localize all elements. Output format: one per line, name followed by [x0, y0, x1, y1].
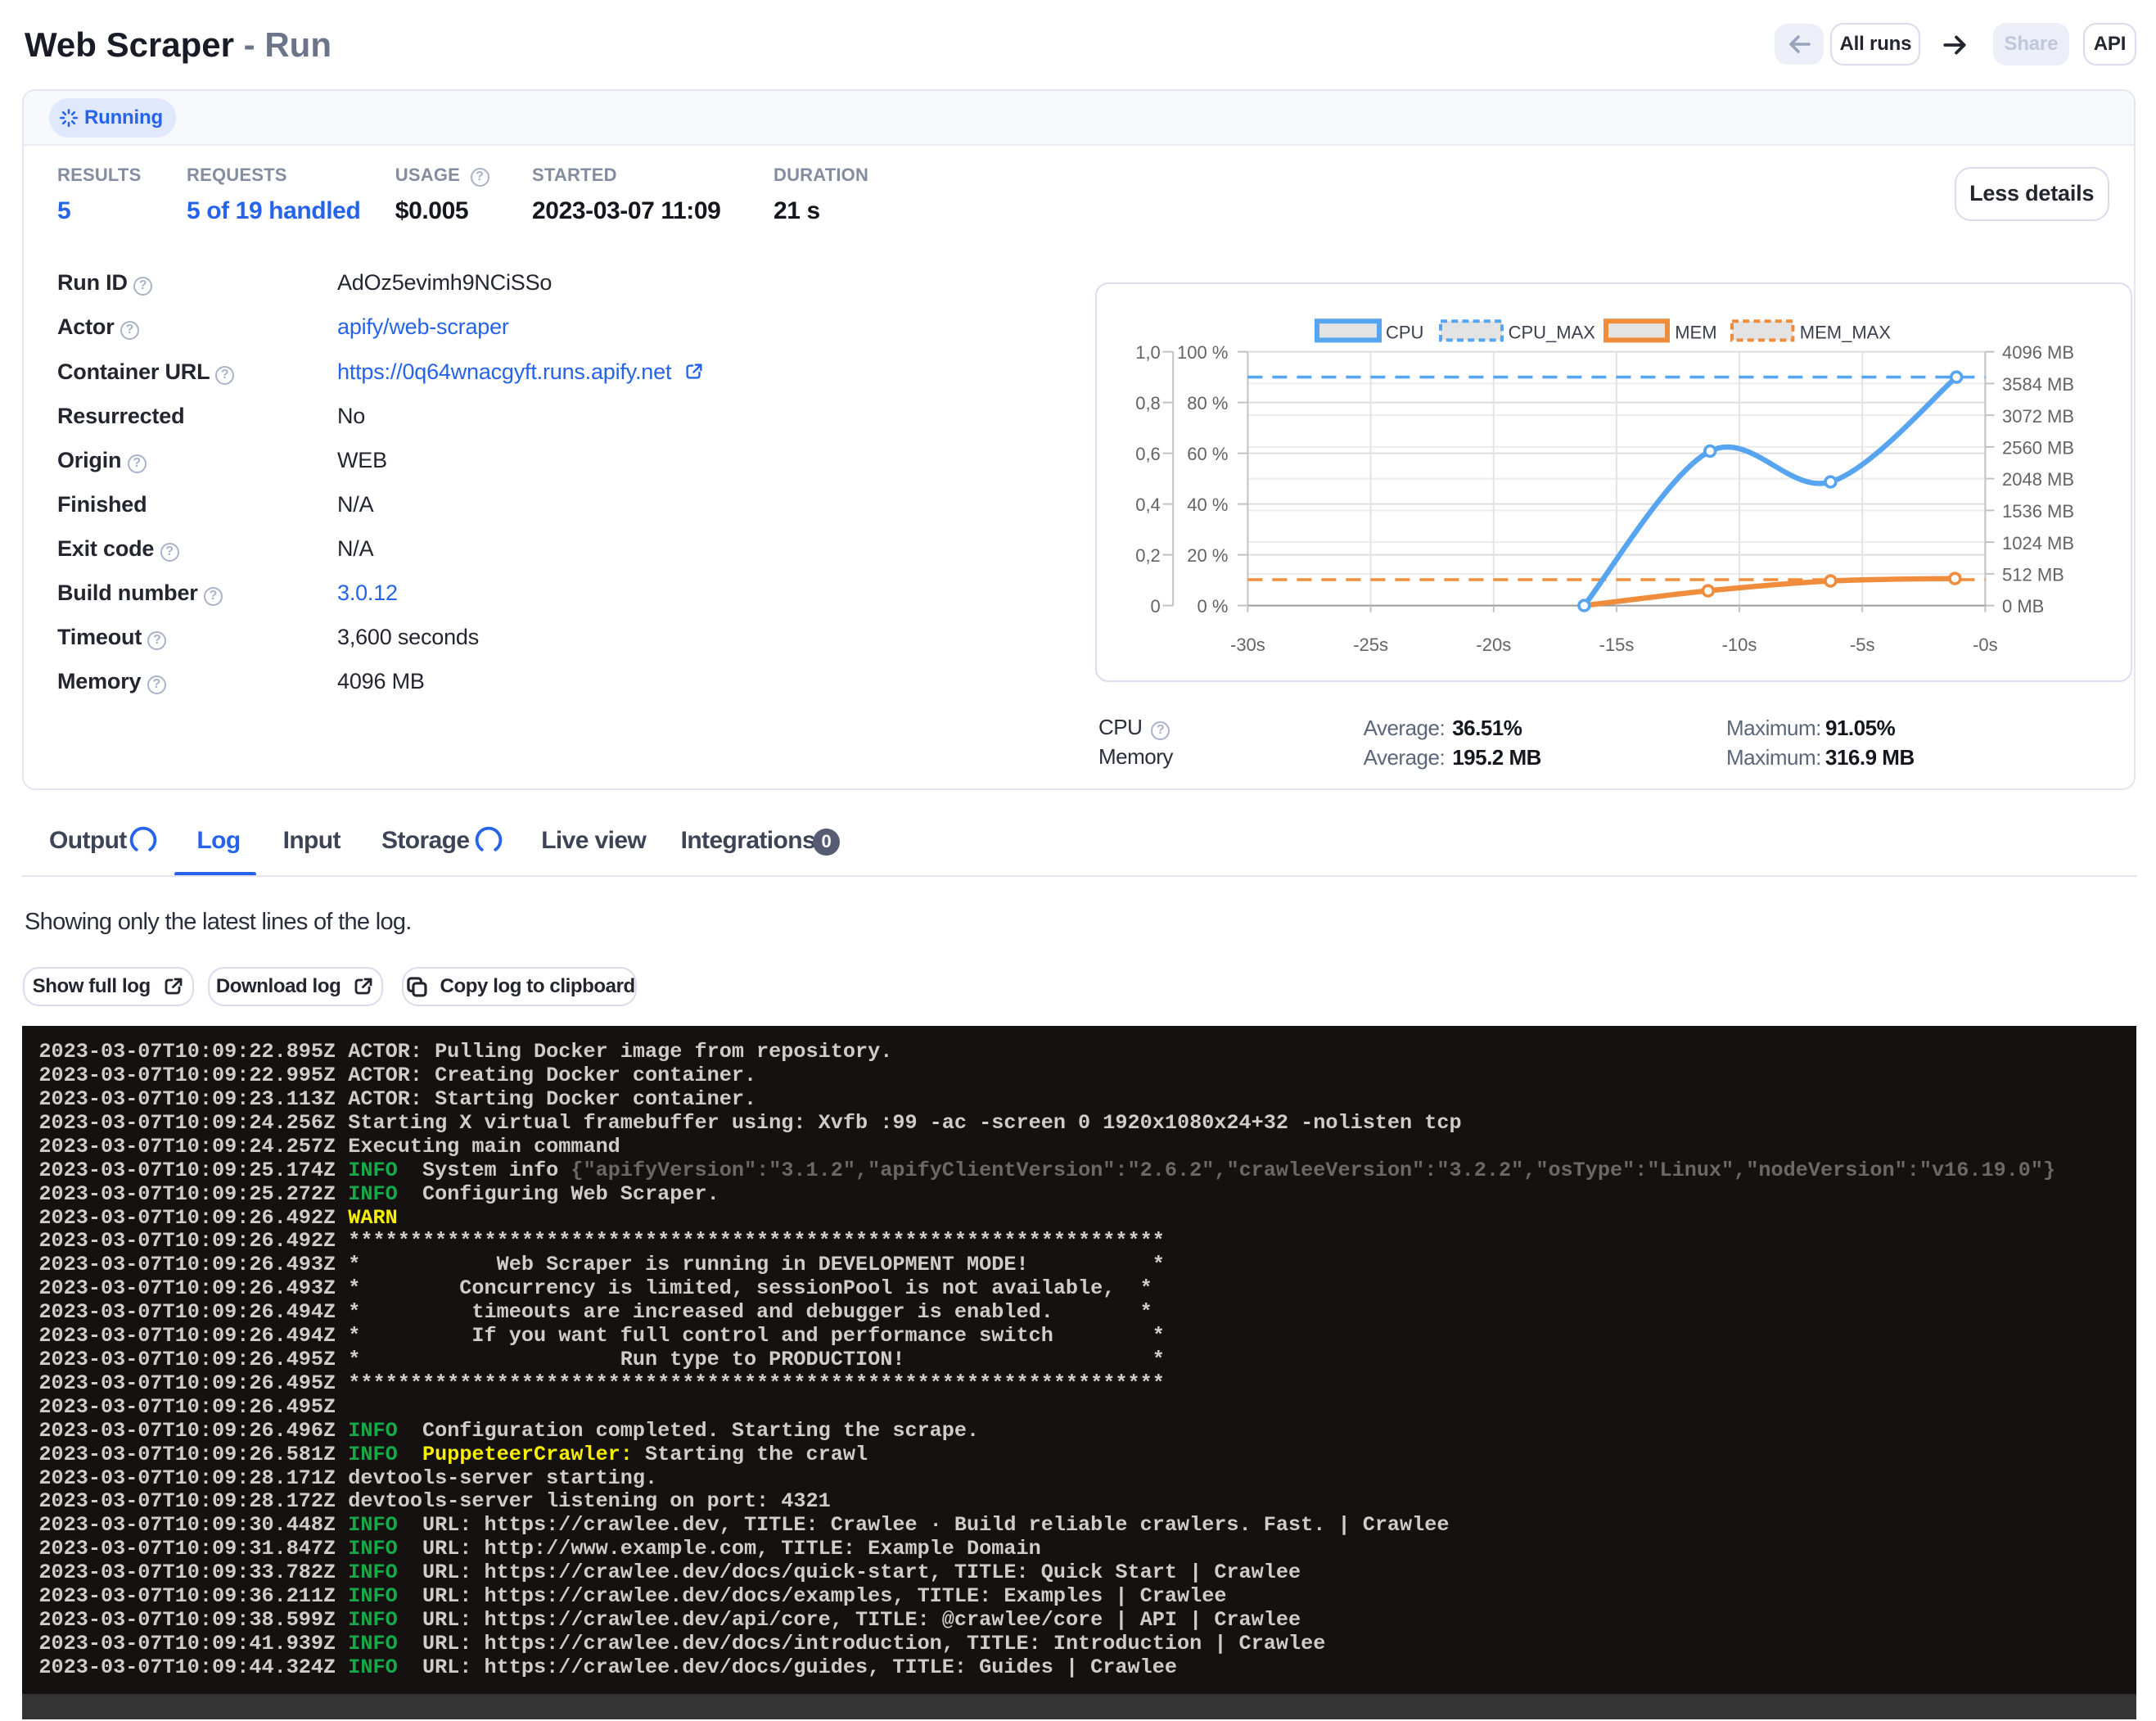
svg-text:0 MB: 0 MB: [2002, 596, 2044, 617]
svg-text:2560 MB: 2560 MB: [2002, 438, 2074, 458]
svg-text:0,4: 0,4: [1135, 495, 1161, 515]
svg-text:1536 MB: 1536 MB: [2002, 501, 2074, 522]
svg-text:1024 MB: 1024 MB: [2002, 533, 2074, 553]
svg-text:MEM_MAX: MEM_MAX: [1800, 323, 1892, 343]
svg-text:20 %: 20 %: [1187, 545, 1228, 566]
svg-text:0,2: 0,2: [1135, 545, 1161, 566]
svg-text:-15s: -15s: [1599, 635, 1635, 655]
svg-text:CPU_MAX: CPU_MAX: [1509, 323, 1596, 343]
svg-text:2048 MB: 2048 MB: [2002, 469, 2074, 490]
svg-text:4096 MB: 4096 MB: [2002, 342, 2074, 363]
svg-text:100 %: 100 %: [1177, 342, 1228, 363]
svg-text:0 %: 0 %: [1197, 596, 1228, 617]
svg-text:-5s: -5s: [1850, 635, 1875, 655]
svg-text:0,8: 0,8: [1135, 393, 1161, 413]
svg-text:0: 0: [1151, 596, 1161, 617]
svg-text:-25s: -25s: [1353, 635, 1388, 655]
svg-text:3584 MB: 3584 MB: [2002, 374, 2074, 395]
svg-text:-30s: -30s: [1230, 635, 1265, 655]
svg-text:1,0: 1,0: [1135, 342, 1161, 363]
svg-text:CPU: CPU: [1386, 323, 1423, 343]
svg-text:-0s: -0s: [1973, 635, 1998, 655]
svg-text:3072 MB: 3072 MB: [2002, 406, 2074, 427]
svg-text:-20s: -20s: [1476, 635, 1511, 655]
svg-text:MEM: MEM: [1675, 323, 1716, 343]
svg-text:40 %: 40 %: [1187, 495, 1228, 515]
svg-text:512 MB: 512 MB: [2002, 565, 2064, 585]
svg-text:0,6: 0,6: [1135, 444, 1161, 464]
svg-text:60 %: 60 %: [1187, 444, 1228, 464]
svg-text:-10s: -10s: [1722, 635, 1757, 655]
svg-text:80 %: 80 %: [1187, 393, 1228, 413]
